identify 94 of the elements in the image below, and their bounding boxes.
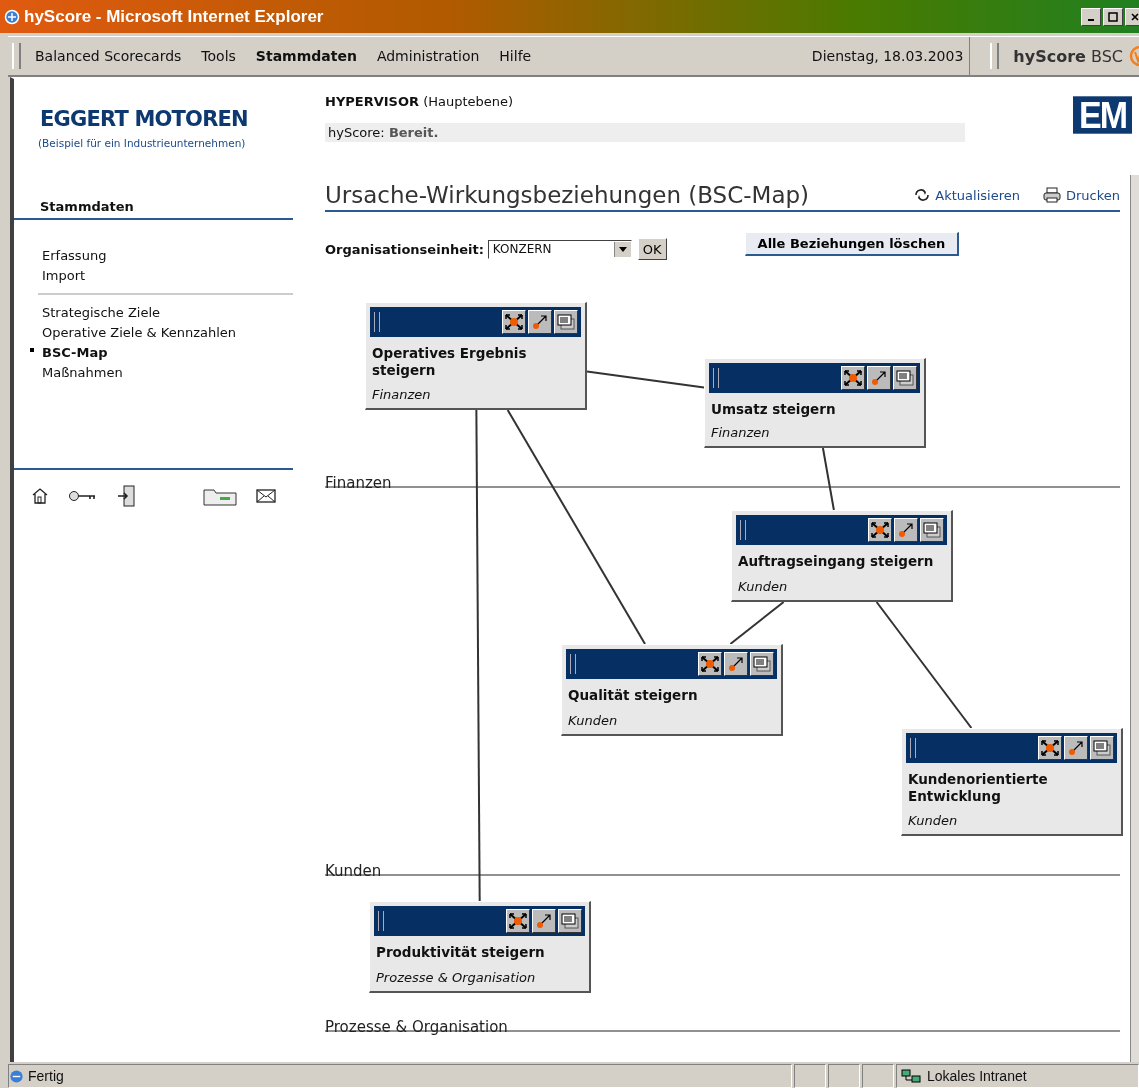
user-label: HYPERVISOR (Hauptebene) xyxy=(325,94,515,109)
refresh-link[interactable]: Aktualisieren xyxy=(913,187,1020,203)
objective-title: Kundenorientierte Entwicklung xyxy=(908,771,1049,805)
sidebar-item[interactable]: Import xyxy=(30,268,86,283)
drag-handle[interactable] xyxy=(713,368,719,388)
company-subtitle: (Beispiel für ein Industrieunternehmen) xyxy=(38,137,246,149)
objective-title: Auftragseingang steigern xyxy=(738,553,935,570)
objective-title: Produktivität steigern xyxy=(376,944,546,961)
connector-line[interactable] xyxy=(586,370,705,389)
objective-card[interactable]: Umsatz steigern Finanzen xyxy=(704,358,926,448)
key-icon[interactable] xyxy=(68,489,98,503)
expand-icon[interactable] xyxy=(1038,736,1062,760)
connector-line[interactable] xyxy=(875,601,973,729)
objective-card[interactable]: Operatives Ergebnis steigern Finanzen xyxy=(365,302,587,410)
organization-dropdown[interactable]: KONZERN xyxy=(487,239,632,259)
connector-line[interactable] xyxy=(821,447,835,511)
document-icon[interactable] xyxy=(920,518,944,542)
menu-item[interactable]: Hilfe xyxy=(499,48,532,64)
menu-item[interactable]: Tools xyxy=(201,48,236,64)
perspective-label: Finanzen xyxy=(711,425,771,440)
maximize-icon xyxy=(1108,11,1118,22)
drag-handle[interactable] xyxy=(378,911,384,931)
connector-line[interactable] xyxy=(729,601,785,645)
expand-icon[interactable] xyxy=(841,366,865,390)
document-icon[interactable] xyxy=(750,652,774,676)
sidebar-item[interactable]: Maßnahmen xyxy=(30,365,123,380)
sidebar-item[interactable]: Erfassung xyxy=(30,248,107,263)
close-icon xyxy=(1130,11,1139,22)
mail-icon[interactable] xyxy=(256,488,276,504)
browser-icon xyxy=(4,8,20,25)
sidebar-item[interactable]: Operative Ziele & Kennzahlen xyxy=(30,325,237,340)
printer-icon xyxy=(1041,187,1062,203)
drag-handle[interactable] xyxy=(910,738,916,758)
menu-item[interactable]: Stammdaten xyxy=(255,48,357,64)
document-icon[interactable] xyxy=(1090,736,1114,760)
maximize-button[interactable] xyxy=(1103,7,1123,26)
window-title: hyScore - Microsoft Internet Explorer xyxy=(24,6,324,27)
browser-icon xyxy=(9,1068,24,1084)
lane-label: Kunden xyxy=(325,862,382,880)
expand-icon[interactable] xyxy=(506,909,530,933)
sidebar-item[interactable]: BSC-Map xyxy=(30,345,108,360)
print-link[interactable]: Drucken xyxy=(1041,187,1120,203)
status-bar-panel xyxy=(828,1064,860,1088)
refresh-icon xyxy=(913,187,932,203)
company-name: EGGERT MOTOREN xyxy=(40,107,248,131)
status-bar-panel xyxy=(862,1064,894,1088)
objective-title: Qualität steigern xyxy=(568,687,699,704)
toolbar-grip[interactable] xyxy=(12,43,21,69)
objective-card[interactable]: Produktivität steigern Prozesse & Organisation xyxy=(369,901,591,993)
objective-card[interactable]: Auftragseingang steigern Kunden xyxy=(731,510,953,602)
menu-item[interactable]: Administration xyxy=(376,48,480,64)
sidebar-item[interactable]: Strategische Ziele xyxy=(30,305,161,320)
connector-line[interactable] xyxy=(475,409,481,902)
home-icon[interactable] xyxy=(30,486,50,506)
toolbar-grip[interactable] xyxy=(990,43,1000,69)
exit-door-icon[interactable] xyxy=(116,484,138,508)
status-bar-panel xyxy=(794,1064,826,1088)
perspective-label: Kunden xyxy=(738,579,789,594)
perspective-label: Kunden xyxy=(908,813,959,828)
objective-card[interactable]: Qualität steigern Kunden xyxy=(561,644,783,736)
drag-handle[interactable] xyxy=(740,520,746,540)
company-logo: EM xyxy=(1073,96,1132,134)
objective-title: Operatives Ergebnis steigern xyxy=(372,345,528,379)
document-icon[interactable] xyxy=(554,310,578,334)
objective-card[interactable]: Kundenorientierte Entwicklung Kunden xyxy=(901,728,1123,836)
status-field: hyScore: Bereit. xyxy=(325,123,965,142)
security-zone: Lokales Intranet xyxy=(896,1064,1139,1088)
perspective-label: Finanzen xyxy=(372,387,432,402)
caret-icon xyxy=(618,246,627,252)
ok-button[interactable]: OK xyxy=(637,238,667,260)
menu-item[interactable]: Balanced Scorecards xyxy=(35,48,182,64)
minimize-icon xyxy=(1088,18,1094,21)
perspective-label: Prozesse & Organisation xyxy=(376,970,537,985)
clear-relations-button[interactable]: Alle Beziehungen löschen xyxy=(744,232,960,256)
lane-label: Finanzen xyxy=(325,474,392,492)
date-label: Dienstag, 18.03.2003 xyxy=(811,37,971,75)
close-button[interactable] xyxy=(1125,7,1139,26)
expand-icon[interactable] xyxy=(698,652,722,676)
filter-label: Organisationseinheit: xyxy=(325,241,484,257)
minimize-button[interactable] xyxy=(1081,7,1101,26)
expand-icon[interactable] xyxy=(502,310,526,334)
page-title: Ursache-Wirkungsbeziehungen (BSC-Map) xyxy=(325,182,810,208)
document-icon[interactable] xyxy=(893,366,917,390)
lane-label: Prozesse & Organisation xyxy=(325,1018,508,1036)
network-icon xyxy=(901,1068,921,1084)
brand-name: hyScore BSC xyxy=(1013,46,1123,66)
drag-handle[interactable] xyxy=(570,654,576,674)
sidebar-heading: Stammdaten xyxy=(14,199,293,220)
status-text: Fertig xyxy=(8,1064,792,1088)
document-icon[interactable] xyxy=(558,909,582,933)
objective-title: Umsatz steigern xyxy=(711,401,837,418)
perspective-label: Kunden xyxy=(568,713,619,728)
drag-handle[interactable] xyxy=(374,312,380,332)
expand-icon[interactable] xyxy=(868,518,892,542)
